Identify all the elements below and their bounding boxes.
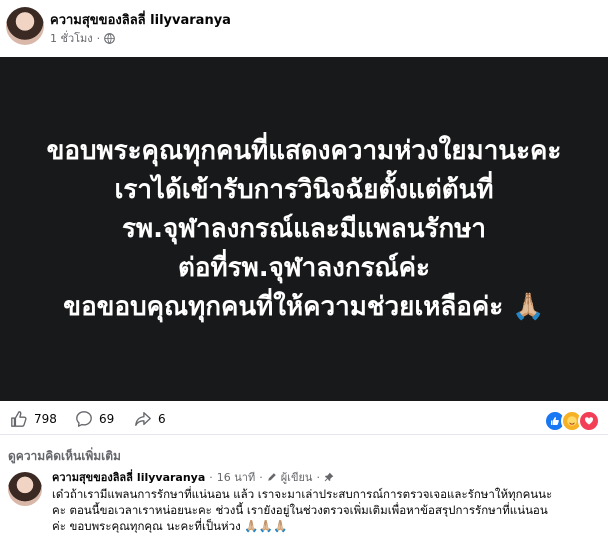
banner-line: รพ.จุฬาลงกรณ์และมีแพลนรักษา xyxy=(122,213,486,244)
comment-item: ความสุขของลิลลี่ lilyvaranya · 16 นาที ·… xyxy=(0,466,608,548)
banner-line: ขอบพระคุณทุกคนที่แสดงความห่วงใยมานะคะ xyxy=(46,135,562,166)
view-more-comments-link[interactable]: ดูความคิดเห็นเพิ่มเติม xyxy=(8,447,121,466)
like-count: 798 xyxy=(34,412,57,426)
post-text-banner: ขอบพระคุณทุกคนที่แสดงความห่วงใยมานะคะ เร… xyxy=(0,57,608,401)
comment-separator: · xyxy=(259,470,263,484)
meta-separator: · xyxy=(96,31,101,45)
author-avatar[interactable] xyxy=(6,7,44,45)
post-meta: 1 ชั่วโมง · xyxy=(50,29,115,47)
comment-separator: · xyxy=(316,470,320,484)
comment-text: เด๋วถ้าเรามีแพลนการรักษาที่แน่นอน แล้ว เ… xyxy=(52,486,600,534)
comment-line: เด๋วถ้าเรามีแพลนการรักษาที่แน่นอน แล้ว เ… xyxy=(52,487,553,501)
comment-separator: · xyxy=(209,470,213,484)
author-name-line[interactable]: ความสุขของลิลลี่ lilyvaranya xyxy=(50,9,231,30)
comment-button[interactable]: 69 xyxy=(75,410,114,428)
section-divider xyxy=(0,434,608,435)
comment-line: คะ ตอนนี้ขอเวลาเราหน่อยนะคะ ช่วงนี้ เราย… xyxy=(52,503,548,517)
reaction-bar: 798 69 6 xyxy=(0,402,608,436)
thumbs-up-icon xyxy=(11,411,27,427)
commenter-avatar[interactable] xyxy=(8,472,42,506)
share-button[interactable]: 6 xyxy=(134,410,166,428)
banner-line: เราได้เข้ารับการวินิจฉัยตั้งแต่ต้นที่ xyxy=(114,174,494,205)
share-count: 6 xyxy=(158,412,166,426)
comment-header: ความสุขของลิลลี่ lilyvaranya · 16 นาที ·… xyxy=(52,468,334,486)
comment-bubble-icon xyxy=(76,411,92,427)
author-name[interactable]: ความสุขของลิลลี่ xyxy=(50,13,146,28)
commenter-name[interactable]: ความสุขของลิลลี่ xyxy=(52,468,133,486)
post-header: ความสุขของลิลลี่ lilyvaranya 1 ชั่วโมง · xyxy=(0,0,608,58)
share-arrow-icon xyxy=(135,412,151,426)
heart-reaction-icon xyxy=(578,410,600,432)
post-time[interactable]: 1 ชั่วโมง xyxy=(50,29,93,47)
author-badge: ผู้เขียน xyxy=(280,471,313,484)
reaction-summary[interactable] xyxy=(544,410,600,432)
commenter-handle[interactable]: lilyvaranya xyxy=(137,471,205,484)
author-handle[interactable]: lilyvaranya xyxy=(150,13,231,28)
pen-icon xyxy=(267,473,276,481)
globe-icon xyxy=(104,32,115,44)
comment-time[interactable]: 16 นาที xyxy=(217,468,255,486)
like-button[interactable]: 798 xyxy=(10,410,57,428)
pin-icon xyxy=(324,472,334,482)
banner-line: ต่อที่รพ.จุฬาลงกรณ์ค่ะ xyxy=(177,252,431,283)
comment-line: ค่ะ ขอบพระคุณทุกคุณ นะคะที่เป็นห่วง 🙏🏼🙏🏼… xyxy=(52,519,288,533)
comment-count: 69 xyxy=(99,412,115,426)
banner-line: ขอขอบคุณทุกคนที่ให้ความช่วยเหลือค่ะ 🙏🏼 xyxy=(63,291,545,322)
